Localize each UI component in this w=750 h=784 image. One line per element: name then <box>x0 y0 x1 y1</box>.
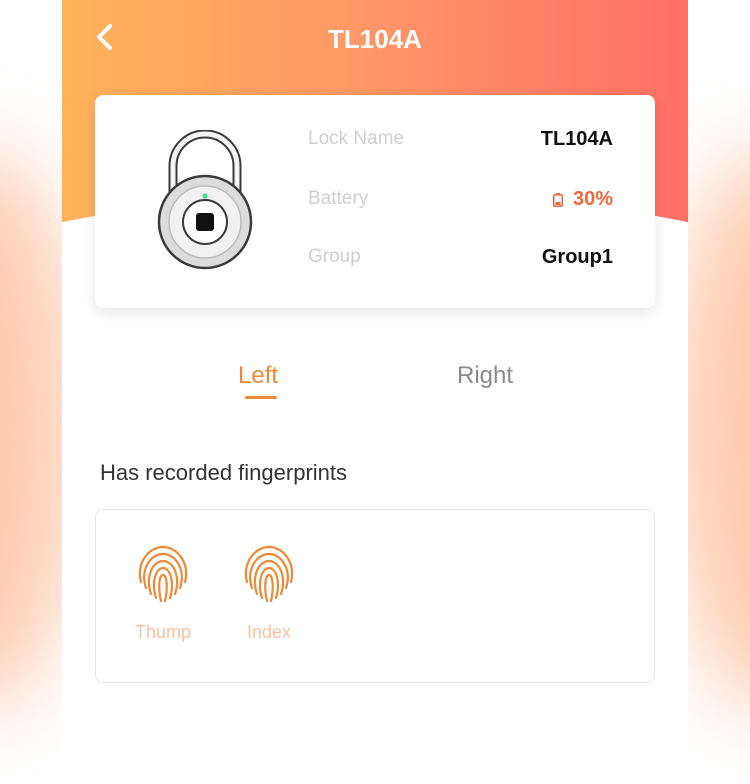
fingerprint-icon <box>244 545 294 603</box>
active-tab-indicator <box>245 396 277 399</box>
lock-name-label: Lock Name <box>308 128 405 149</box>
page-title: TL104A <box>328 24 422 54</box>
group-label: Group <box>308 246 361 267</box>
fingerprint-item-thump[interactable]: Thump <box>123 542 203 652</box>
battery-icon <box>552 192 563 207</box>
tab-right[interactable]: Right <box>457 362 513 390</box>
battery-label: Battery <box>308 188 369 209</box>
tab-left[interactable]: Left <box>238 362 278 390</box>
section-title: Has recorded fingerprints <box>100 460 348 485</box>
fingerprint-label-thump: Thump <box>134 622 192 642</box>
fingerprint-icon <box>138 545 188 603</box>
battery-row: Battery 30% <box>308 188 613 218</box>
padlock-icon <box>157 130 253 270</box>
lock-name-row: Lock Name TL104A <box>308 128 613 158</box>
fingerprint-item-index[interactable]: Index <box>229 542 309 652</box>
hand-tabs: Left Right <box>62 362 688 408</box>
app-screen: TL104A Lock Name TL104A Battery 30% Grou… <box>0 0 750 784</box>
lock-name-value: TL104A <box>540 128 613 150</box>
battery-value: 30% <box>572 188 613 210</box>
fingerprint-label-index: Index <box>246 622 292 642</box>
battery-value-group: 30% <box>552 188 613 211</box>
lock-info-card: Lock Name TL104A Battery 30% Group Group… <box>95 95 655 308</box>
phone-frame: TL104A Lock Name TL104A Battery 30% Grou… <box>62 0 688 784</box>
group-value: Group1 <box>541 246 613 268</box>
fingerprint-card: Thump Index <box>95 509 655 683</box>
group-row: Group Group1 <box>308 246 613 276</box>
